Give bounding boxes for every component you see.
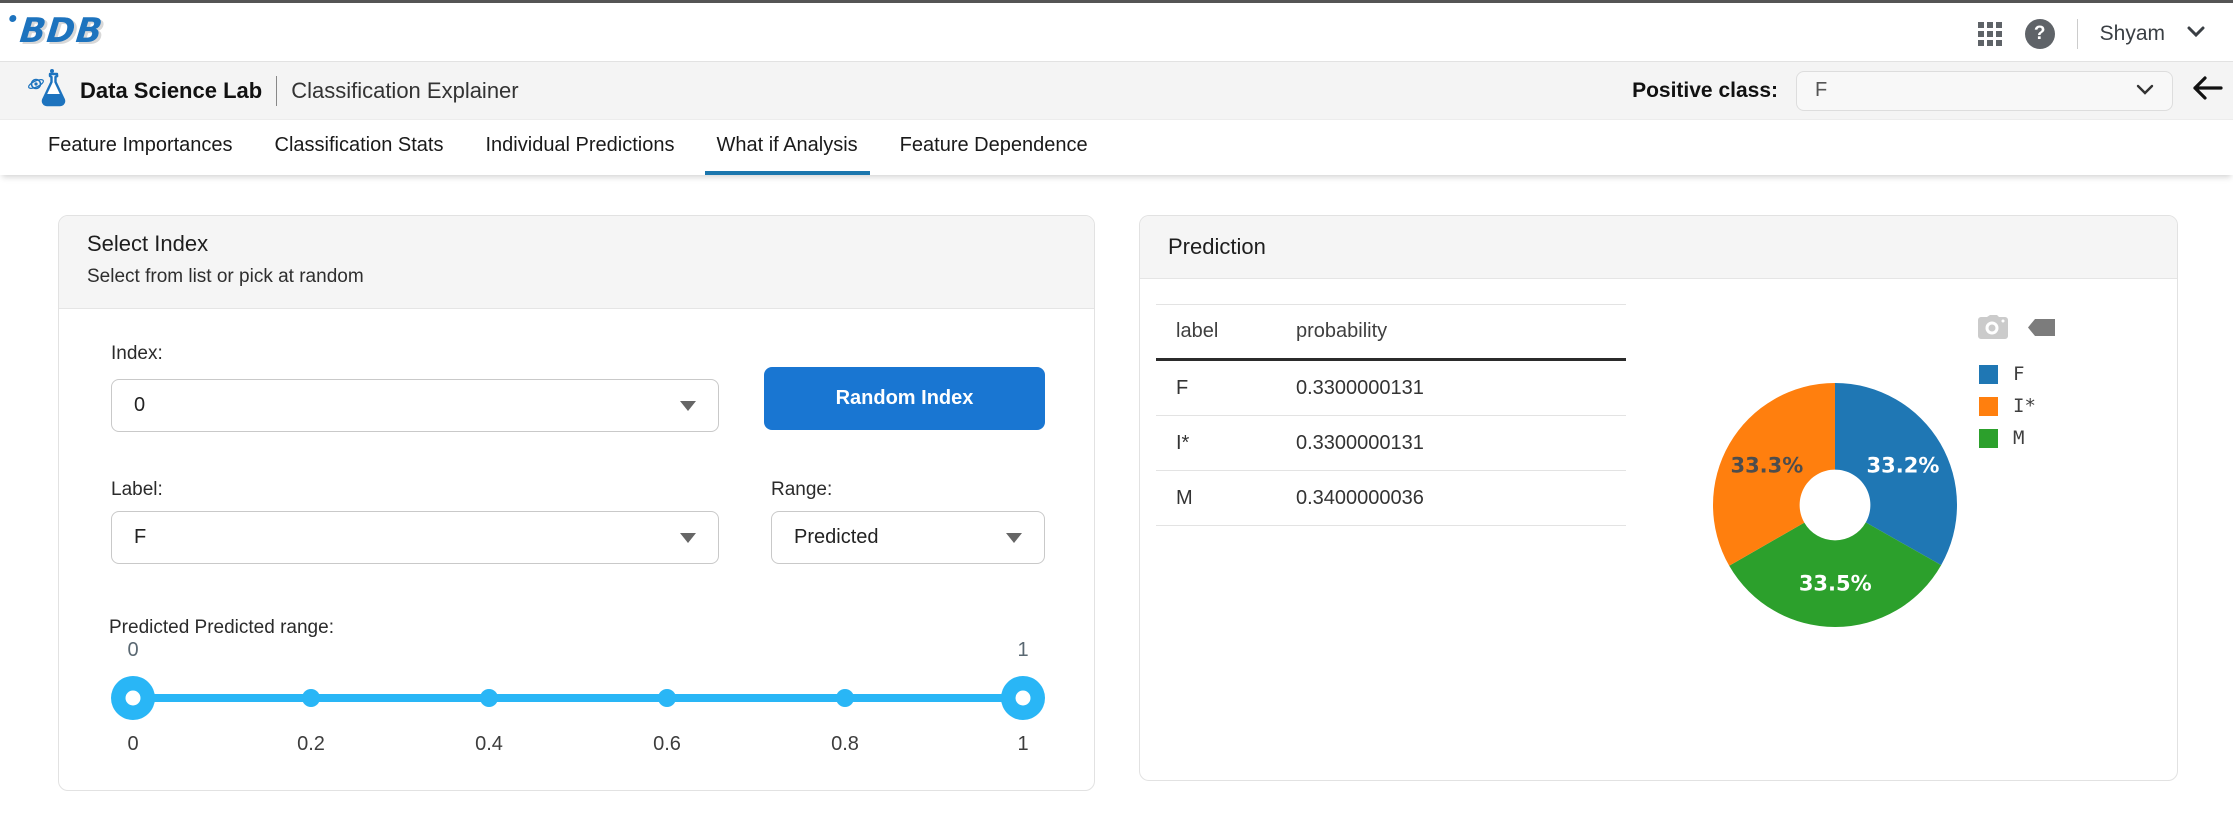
slider-tick-label: 0	[127, 733, 138, 756]
product-name: Data Science Lab	[80, 78, 262, 104]
slider-lower-handle[interactable]	[111, 676, 155, 720]
table-header-row: label probability	[1156, 305, 1626, 361]
flask-icon	[28, 68, 66, 113]
prediction-card-header: Prediction	[1140, 216, 2177, 279]
predicted-range-slider: 0 1 0 0.2 0.4 0.6 0.8 1	[59, 309, 1094, 791]
slider-tick-label: 0.2	[297, 733, 325, 756]
row-label: F	[1156, 377, 1296, 400]
bdb-logo[interactable]: BDB	[18, 11, 105, 51]
legend-swatch	[1979, 397, 1998, 416]
user-menu[interactable]: Shyam	[2100, 22, 2165, 46]
row-probability: 0.3300000131	[1296, 432, 1626, 455]
navbar-divider	[2077, 19, 2078, 49]
row-probability: 0.3300000131	[1296, 377, 1626, 400]
row-probability: 0.3400000036	[1296, 487, 1626, 510]
pie-slice-label: 33.2%	[1867, 453, 1940, 477]
help-icon[interactable]: ?	[2025, 19, 2055, 49]
slider-tick-label: 1	[1017, 733, 1028, 756]
plotly-logo-icon[interactable]	[2028, 319, 2055, 336]
col-header-label: label	[1156, 320, 1296, 343]
slider-tick-dot	[480, 689, 498, 707]
select-index-card-header: Select Index Select from list or pick at…	[59, 216, 1094, 309]
prediction-pie-chart[interactable]: 33.2% 33.5% 33.3%	[1695, 345, 1975, 645]
tab-feature-dependence[interactable]: Feature Dependence	[888, 120, 1100, 175]
select-index-subtitle: Select from list or pick at random	[87, 266, 1066, 288]
legend-swatch	[1979, 365, 1998, 384]
legend-label: M	[2013, 427, 2024, 449]
slider-lower-value: 0	[127, 639, 138, 662]
table-row: M 0.3400000036	[1156, 471, 1626, 526]
slider-upper-handle[interactable]	[1001, 676, 1045, 720]
tab-classification-stats[interactable]: Classification Stats	[263, 120, 456, 175]
slider-tick-dot	[302, 689, 320, 707]
tab-bar: Feature Importances Classification Stats…	[0, 120, 2233, 175]
legend-item-f[interactable]: F	[1979, 363, 2036, 385]
slider-tick-dot	[658, 689, 676, 707]
col-header-probability: probability	[1296, 320, 1626, 343]
app-screen: BDB ? Shyam	[0, 0, 2233, 823]
top-navbar: BDB ? Shyam	[0, 0, 2233, 62]
slider-tick-dot	[836, 689, 854, 707]
tab-individual-predictions[interactable]: Individual Predictions	[474, 120, 687, 175]
select-index-title: Select Index	[87, 231, 1066, 257]
page-title: Classification Explainer	[291, 78, 518, 104]
table-row: I* 0.3300000131	[1156, 416, 1626, 471]
legend-item-m[interactable]: M	[1979, 427, 2036, 449]
back-arrow-icon[interactable]	[2191, 75, 2223, 106]
positive-class-label: Positive class:	[1632, 79, 1778, 103]
app-header: Data Science Lab Classification Explaine…	[0, 62, 2233, 120]
row-label: I*	[1156, 432, 1296, 455]
apps-grid-icon[interactable]	[1977, 21, 2003, 47]
tab-feature-importances[interactable]: Feature Importances	[36, 120, 245, 175]
pie-slice-label: 33.5%	[1799, 572, 1872, 596]
user-chevron-down-icon[interactable]	[2187, 25, 2205, 43]
legend-label: F	[2013, 363, 2024, 385]
chart-modebar	[1978, 315, 2055, 339]
prediction-title: Prediction	[1168, 234, 1266, 260]
legend-swatch	[1979, 429, 1998, 448]
slider-tick-label: 0.6	[653, 733, 681, 756]
chevron-down-icon	[2136, 79, 2154, 102]
camera-icon[interactable]	[1978, 315, 2008, 339]
slider-tick-label: 0.4	[475, 733, 503, 756]
table-row: F 0.3300000131	[1156, 361, 1626, 416]
slider-tick-label: 0.8	[831, 733, 859, 756]
row-label: M	[1156, 487, 1296, 510]
positive-class-value: F	[1815, 79, 1827, 102]
select-index-card: Select Index Select from list or pick at…	[58, 215, 1095, 791]
pie-slice-label: 33.3%	[1730, 454, 1803, 478]
title-divider	[276, 76, 277, 106]
slider-rail[interactable]	[133, 694, 1023, 702]
chart-legend: F I* M	[1979, 363, 2036, 449]
legend-label: I*	[2013, 395, 2036, 417]
prediction-card: Prediction label probability F 0.3300000…	[1139, 215, 2178, 781]
positive-class-select[interactable]: F	[1796, 71, 2173, 111]
probability-table: label probability F 0.3300000131 I* 0.33…	[1156, 304, 1626, 526]
legend-item-i[interactable]: I*	[1979, 395, 2036, 417]
slider-upper-value: 1	[1017, 639, 1028, 662]
tab-what-if-analysis[interactable]: What if Analysis	[705, 120, 870, 175]
